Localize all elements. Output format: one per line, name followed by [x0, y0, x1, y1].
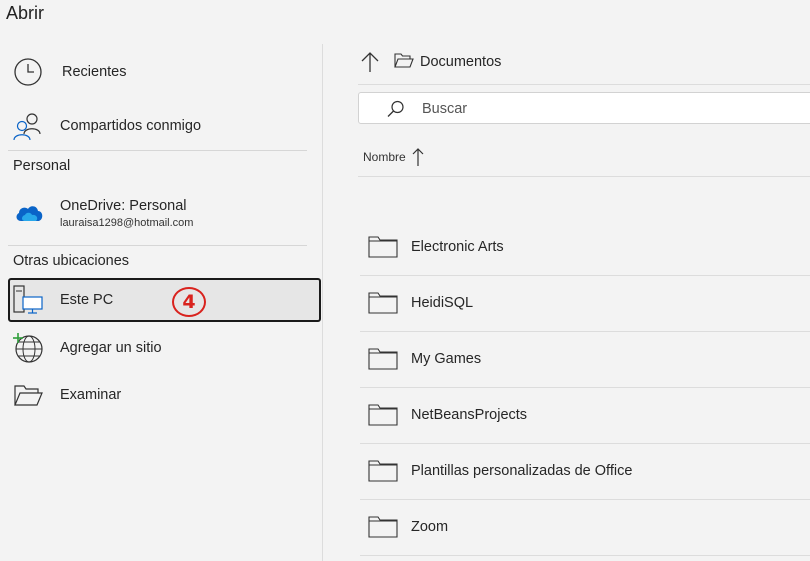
folder-row[interactable]: My Games	[358, 332, 810, 388]
folder-name: Zoom	[411, 519, 449, 535]
nav-shared-label: Compartidos conmigo	[60, 118, 202, 134]
nav-browse[interactable]: Examinar	[8, 373, 321, 417]
computer-icon	[12, 284, 44, 316]
folder-open-icon	[12, 379, 44, 411]
onedrive-cloud-icon	[13, 197, 45, 229]
folder-name: Plantillas personalizadas de Office	[411, 463, 633, 479]
onedrive-label: OneDrive: Personal	[60, 198, 187, 214]
dialog-title: Abrir	[6, 3, 45, 23]
people-icon	[12, 110, 44, 142]
onedrive-account: lauraisa1298@hotmail.com	[60, 217, 194, 229]
folder-icon	[368, 236, 398, 263]
section-other-locations: Otras ubicaciones	[13, 253, 130, 269]
folder-row[interactable]: Zoom	[358, 500, 810, 556]
sort-ascending-icon[interactable]	[411, 147, 425, 172]
globe-add-icon	[12, 332, 44, 364]
folder-row[interactable]: NetBeansProjects	[358, 388, 810, 444]
search-icon	[387, 100, 405, 123]
divider	[8, 245, 307, 246]
annotation-badge: 4	[172, 287, 206, 317]
folder-icon	[368, 460, 398, 487]
folder-row[interactable]: HeidiSQL	[358, 276, 810, 332]
current-folder-label[interactable]: Documentos	[420, 54, 501, 70]
divider	[358, 176, 810, 177]
folder-icon	[368, 516, 398, 543]
folder-icon	[368, 292, 398, 319]
nav-browse-label: Examinar	[60, 387, 122, 403]
nav-this-pc[interactable]: Este PC	[8, 278, 321, 322]
folder-row[interactable]: Plantillas personalizadas de Office	[358, 444, 810, 500]
nav-recent-label: Recientes	[62, 64, 127, 80]
nav-this-pc-label: Este PC	[60, 292, 114, 308]
section-personal: Personal	[13, 158, 71, 174]
divider	[360, 555, 810, 556]
nav-shared[interactable]: Compartidos conmigo	[8, 104, 321, 148]
folder-icon	[368, 404, 398, 431]
folder-name: My Games	[411, 351, 482, 367]
column-header-name[interactable]: Nombre	[363, 150, 406, 164]
folder-open-icon	[394, 53, 414, 74]
folder-icon	[368, 348, 398, 375]
nav-add-site[interactable]: Agregar un sitio	[8, 326, 321, 370]
up-arrow-icon[interactable]	[360, 51, 380, 78]
divider	[358, 84, 810, 85]
folder-name: Electronic Arts	[411, 239, 504, 255]
nav-add-site-label: Agregar un sitio	[60, 340, 162, 356]
clock-icon	[12, 56, 44, 88]
nav-recent[interactable]: Recientes	[8, 50, 321, 94]
folder-name: NetBeansProjects	[411, 407, 528, 423]
search-placeholder: Buscar	[422, 101, 468, 117]
divider	[8, 150, 307, 151]
search-box[interactable]: Buscar	[358, 92, 810, 124]
folder-row[interactable]: Electronic Arts	[358, 220, 810, 276]
folder-name: HeidiSQL	[411, 295, 474, 311]
pane-divider	[322, 44, 323, 561]
